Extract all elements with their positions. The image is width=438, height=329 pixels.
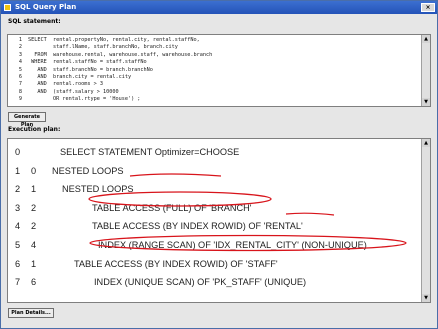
plan-row-id: 3 bbox=[15, 202, 21, 213]
window-title: SQL Query Plan bbox=[15, 3, 77, 11]
sql-line-number: 5 bbox=[18, 66, 22, 73]
plan-details-button[interactable]: Plan Details... bbox=[8, 308, 54, 318]
sql-line-code: FROM warehouse.rental, warehouse.staff, … bbox=[28, 51, 213, 58]
plan-row[interactable]: 3 2 TABLE ACCESS (FULL) OF 'BRANCH' bbox=[8, 203, 418, 221]
plan-row-parent-id: 4 bbox=[31, 240, 37, 250]
execution-plan-label: Execution plan: bbox=[8, 126, 61, 133]
query-plan-window: SQL Query Plan × SQL statement: 1 SELECT … bbox=[0, 0, 438, 329]
plan-row-id: 1 bbox=[15, 165, 21, 176]
sql-line-number: 2 bbox=[18, 44, 22, 51]
plan-row[interactable]: 5 4 INDEX (RANGE SCAN) OF 'IDX_RENTAL_CITY… bbox=[8, 240, 418, 258]
plan-row-operation: SELECT STATEMENT Optimizer=CHOOSE bbox=[60, 147, 240, 157]
plan-row-operation: NESTED LOOPS bbox=[52, 165, 124, 176]
sql-statement-label: SQL statement: bbox=[8, 18, 61, 25]
sql-line-number: 9 bbox=[18, 96, 22, 103]
sql-line-number: 4 bbox=[18, 59, 22, 66]
plan-row[interactable]: 6 1 TABLE ACCESS (BY INDEX ROWID) OF 'STAF… bbox=[8, 259, 418, 277]
plan-row-parent-id: 2 bbox=[31, 221, 37, 232]
plan-row-parent-id: 6 bbox=[31, 277, 37, 288]
title-bar[interactable]: SQL Query Plan × bbox=[1, 1, 437, 14]
scroll-up-icon[interactable]: ▲ bbox=[422, 139, 430, 147]
scroll-down-icon[interactable]: ▼ bbox=[422, 98, 430, 106]
sql-line-number: 3 bbox=[18, 51, 22, 58]
plan-row-parent-id: 0 bbox=[31, 165, 37, 176]
scroll-down-icon[interactable]: ▼ bbox=[422, 294, 430, 302]
plan-row[interactable]: 2 1 NESTED LOOPS bbox=[8, 184, 418, 202]
scroll-up-icon[interactable]: ▲ bbox=[422, 35, 430, 43]
sql-line-code: SELECT rental.propertyNo, rental.city, r… bbox=[28, 37, 200, 43]
plan-row-id: 2 bbox=[15, 184, 21, 195]
plan-row-operation: INDEX (RANGE SCAN) OF 'IDX_RENTAL_CITY' … bbox=[98, 240, 367, 250]
plan-row-id: 7 bbox=[15, 277, 21, 288]
sql-scrollbar[interactable]: ▲ ▼ bbox=[421, 35, 430, 106]
sql-line-code: WHERE rental.staffNo = staff.staffNo bbox=[28, 59, 147, 66]
sql-line-code: AND rental.rooms > 3 bbox=[28, 81, 103, 88]
plan-row-operation: TABLE ACCESS (BY INDEX ROWID) OF 'STAFF' bbox=[74, 258, 278, 269]
plan-row-id: 4 bbox=[15, 221, 21, 232]
plan-row-id: 6 bbox=[15, 258, 21, 269]
sql-line-number: 8 bbox=[18, 88, 22, 95]
plan-row[interactable]: 1 0 NESTED LOOPS bbox=[8, 166, 418, 184]
sql-line-number: 7 bbox=[18, 81, 22, 88]
app-icon bbox=[4, 4, 11, 11]
sql-line-code: staff.lName, staff.branchNo, branch.city bbox=[28, 44, 178, 51]
plan-row-id: 0 bbox=[15, 147, 21, 157]
sql-line-number: 6 bbox=[18, 74, 22, 80]
plan-row-parent-id: 1 bbox=[31, 184, 37, 195]
close-icon[interactable]: × bbox=[421, 3, 435, 12]
plan-row[interactable]: 7 6 INDEX (UNIQUE SCAN) OF 'PK_STAFF' (UNI… bbox=[8, 277, 418, 295]
plan-row-operation: TABLE ACCESS (BY INDEX ROWID) OF 'RENTAL… bbox=[92, 221, 303, 232]
plan-row-parent-id: 1 bbox=[31, 258, 37, 269]
plan-row-parent-id: 2 bbox=[31, 202, 37, 213]
plan-row-operation: INDEX (UNIQUE SCAN) OF 'PK_STAFF' (UNIQU… bbox=[94, 277, 307, 288]
generate-plan-button[interactable]: Generate Plan bbox=[8, 112, 46, 128]
plan-row-operation: TABLE ACCESS (FULL) OF 'BRANCH' bbox=[92, 202, 252, 213]
sql-line-code: AND branch.city = rental.city bbox=[28, 74, 132, 80]
plan-scrollbar[interactable]: ▲ ▼ bbox=[421, 139, 430, 302]
plan-row[interactable]: 0 SELECT STATEMENT Optimizer=CHOOSE bbox=[8, 147, 418, 165]
execution-plan-list[interactable]: 0 SELECT STATEMENT Optimizer=CHOOSE 1 0 NEST… bbox=[7, 138, 431, 303]
sql-line-code: AND staff.branchNo = branch.branchNo bbox=[28, 66, 153, 73]
plan-row-id: 5 bbox=[15, 240, 21, 250]
sql-line-code: AND (staff.salary > 10000 bbox=[28, 88, 119, 95]
sql-statement-editor[interactable]: 1 SELECT rental.propertyNo, rental.city, … bbox=[7, 34, 431, 107]
plan-row[interactable]: 4 2 TABLE ACCESS (BY INDEX ROWID) OF 'RENT… bbox=[8, 221, 418, 239]
sql-line-code: OR rental.rtype = 'House') ; bbox=[28, 96, 141, 103]
sql-line-number: 1 bbox=[18, 37, 22, 43]
plan-row-operation: NESTED LOOPS bbox=[62, 184, 134, 195]
